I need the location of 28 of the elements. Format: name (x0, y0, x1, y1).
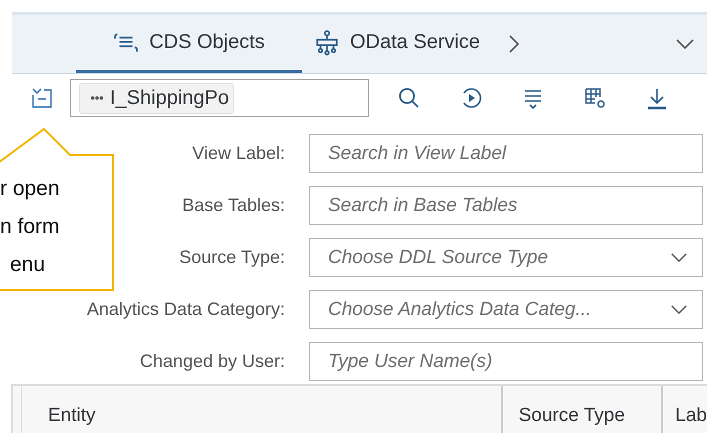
download-icon[interactable] (645, 86, 669, 110)
tab[interactable]: CDS Objects (76, 15, 302, 73)
table-settings-icon[interactable] (583, 86, 607, 110)
field-label: Analytics Data Category: (86, 299, 285, 320)
filter-form-icon[interactable] (30, 86, 54, 110)
chevron-right-icon[interactable] (508, 34, 520, 54)
dropdown-field[interactable]: Choose DDL Source Type (309, 238, 703, 277)
column-header[interactable]: Lab (663, 386, 707, 433)
dropdown-field[interactable]: Choose Analytics Data Categ... (309, 290, 703, 329)
column-header[interactable]: Entity (21, 386, 503, 433)
column-header[interactable]: Source Type (502, 386, 664, 433)
field-label: Source Type: (179, 247, 285, 268)
input-field[interactable]: Search in Base Tables (309, 186, 703, 225)
network-icon (314, 30, 340, 56)
search-icon[interactable] (397, 86, 421, 110)
search-token[interactable]: I_ShippingPo (79, 82, 234, 114)
field-label: Base Tables: (182, 195, 285, 216)
callout-text: r open n form enu (0, 176, 60, 278)
field-label: View Label: (192, 143, 285, 164)
tab[interactable]: OData Service (302, 15, 492, 73)
search-field[interactable]: I_ShippingPo (70, 79, 369, 117)
input-field[interactable]: Search in View Label (309, 134, 703, 173)
chevron-down-icon (670, 304, 688, 315)
chevron-down-icon[interactable] (675, 38, 695, 50)
input-field[interactable]: Type User Name(s) (309, 342, 703, 381)
field-label: Changed by User: (140, 351, 285, 372)
chevron-down-icon (670, 252, 688, 263)
more-icon (90, 95, 104, 102)
